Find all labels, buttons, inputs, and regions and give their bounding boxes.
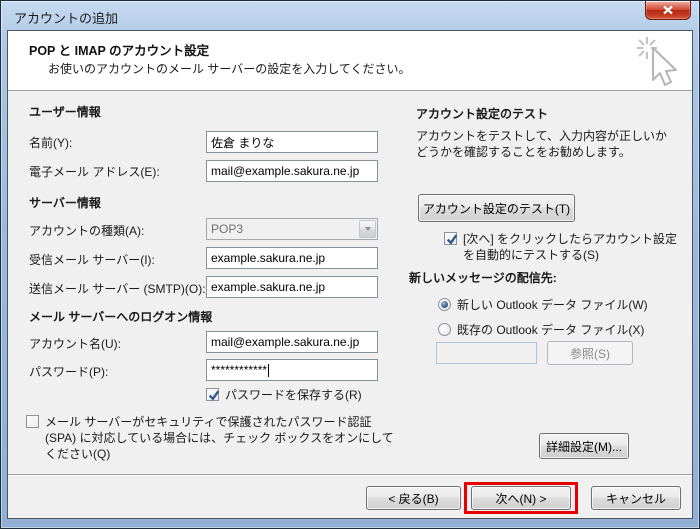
email-input[interactable]: mail@example.sakura.ne.jp (206, 160, 378, 182)
spa-label: メール サーバーがセキュリティで保護されたパスワード認証 (SPA) に対応して… (45, 414, 398, 463)
auto-test-label: [次へ] をクリックしたらアカウント設定を自動的にテストする(S) (463, 231, 684, 263)
account-type-select: POP3 (206, 218, 378, 240)
outgoing-server-label: 送信メール サーバー (SMTP)(O): (29, 280, 206, 297)
section-server-info: サーバー情報 (29, 194, 101, 211)
account-type-label: アカウントの種類(A): (29, 222, 144, 239)
password-input[interactable]: ************ (206, 359, 378, 381)
section-logon-info: メール サーバーへのログオン情報 (29, 308, 212, 325)
radio-icon (438, 323, 451, 336)
account-type-value: POP3 (211, 222, 243, 236)
remember-password-label: パスワードを保存する(R) (225, 387, 362, 403)
form-body: ユーザー情報 名前(Y): 佐倉 まりな 電子メール アドレス(E): mail… (8, 91, 692, 475)
title-bar[interactable]: アカウントの追加 (1, 1, 699, 30)
name-label: 名前(Y): (29, 134, 72, 151)
existing-file-path-input (436, 342, 537, 364)
button-bar: < 戻る(B) 次へ(N) > キャンセル (8, 474, 692, 518)
dialog-content: POP と IMAP のアカウント設定 お使いのアカウントのメール サーバーの設… (7, 30, 693, 519)
cancel-button[interactable]: キャンセル (591, 486, 681, 510)
account-name-label: アカウント名(U): (29, 335, 121, 352)
next-button-highlight (464, 482, 578, 514)
test-account-settings-button[interactable]: アカウント設定のテスト(T) (418, 194, 575, 222)
checkbox-icon (26, 415, 39, 428)
back-button[interactable]: < 戻る(B) (366, 486, 461, 510)
close-x-icon (661, 5, 675, 15)
window-title: アカウントの追加 (14, 8, 118, 27)
wizard-header: POP と IMAP のアカウント設定 お使いのアカウントのメール サーバーの設… (8, 31, 692, 91)
section-user-info: ユーザー情報 (29, 103, 101, 120)
chevron-down-icon (359, 220, 376, 238)
name-input[interactable]: 佐倉 まりな (206, 131, 378, 153)
radio-icon (438, 298, 451, 311)
account-test-description: アカウントをテストして、入力内容が正しいかどうかを確認することをお勧めします。 (416, 128, 668, 160)
checkbox-icon (444, 232, 457, 245)
page-subtitle: お使いのアカウントのメール サーバーの設定を入力してください。 (48, 60, 411, 77)
section-delivery: 新しいメッセージの配信先: (409, 269, 557, 286)
browse-button: 参照(S) (547, 341, 633, 365)
incoming-server-label: 受信メール サーバー(I): (29, 251, 155, 268)
new-data-file-label: 新しい Outlook データ ファイル(W) (457, 297, 648, 313)
account-name-input[interactable]: mail@example.sakura.ne.jp (206, 331, 378, 353)
email-label: 電子メール アドレス(E): (29, 163, 160, 180)
advanced-settings-button[interactable]: 詳細設定(M)... (539, 433, 629, 459)
cursor-sparkle-icon (634, 35, 680, 87)
text-caret (268, 364, 269, 377)
new-data-file-radio[interactable]: 新しい Outlook データ ファイル(W) (438, 297, 648, 313)
password-label: パスワード(P): (29, 363, 108, 380)
section-account-test: アカウント設定のテスト (416, 105, 548, 122)
auto-test-checkbox[interactable]: [次へ] をクリックしたらアカウント設定を自動的にテストする(S) (444, 231, 684, 263)
incoming-server-input[interactable]: example.sakura.ne.jp (206, 247, 378, 269)
add-account-dialog: アカウントの追加 POP と IMAP のアカウント設定 お使いのアカウントのメ… (0, 0, 700, 529)
existing-data-file-label: 既存の Outlook データ ファイル(X) (457, 322, 644, 338)
page-title: POP と IMAP のアカウント設定 (29, 40, 209, 59)
spa-checkbox[interactable]: メール サーバーがセキュリティで保護されたパスワード認証 (SPA) に対応して… (26, 414, 398, 463)
checkbox-icon (206, 388, 219, 401)
password-masked-value: ************ (211, 363, 267, 377)
remember-password-checkbox[interactable]: パスワードを保存する(R) (206, 387, 362, 403)
outgoing-server-input[interactable]: example.sakura.ne.jp (206, 276, 378, 298)
close-button[interactable] (645, 1, 691, 20)
existing-data-file-radio[interactable]: 既存の Outlook データ ファイル(X) (438, 322, 644, 338)
